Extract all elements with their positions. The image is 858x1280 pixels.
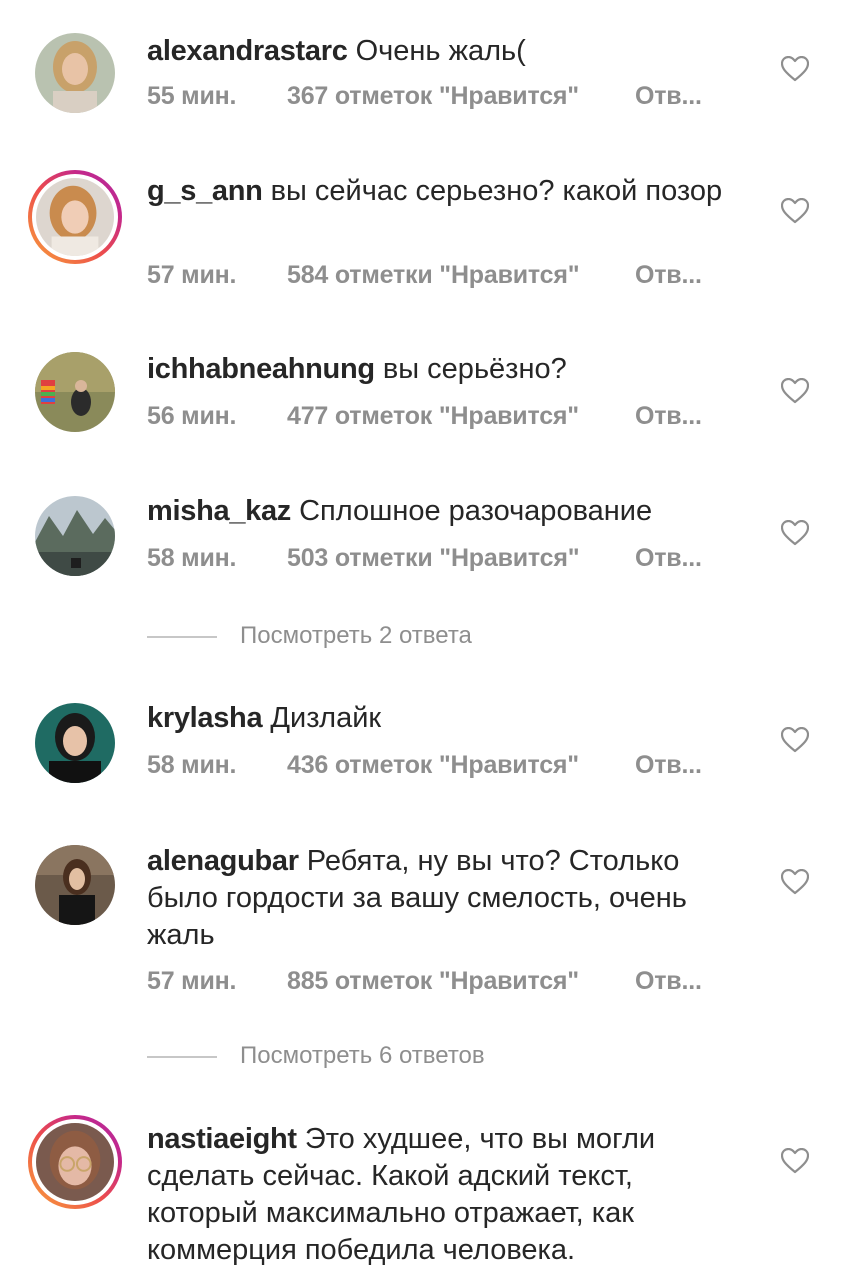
comment-text: nastiaeight Это худшее, что вы могли сде… [147, 1121, 747, 1269]
comment-body: вы серьёзно? [382, 353, 567, 385]
comment-text: ichhabneahnung вы серьёзно? [147, 351, 747, 388]
heart-icon[interactable] [781, 869, 809, 895]
heart-icon[interactable] [781, 520, 809, 546]
heart-icon[interactable] [781, 198, 809, 224]
likes-count[interactable]: 477 отметок "Нравится" [287, 402, 579, 431]
avatar[interactable] [35, 845, 115, 925]
reply-button[interactable]: Отв... [635, 82, 702, 111]
comment-time: 58 мин. [147, 544, 237, 572]
username[interactable]: krylasha [147, 702, 263, 734]
comment-text: krylasha Дизлайк [147, 700, 747, 737]
comment-text: misha_kaz Сплошное разочарование [147, 493, 747, 530]
heart-icon[interactable] [781, 1148, 809, 1174]
heart-icon[interactable] [781, 727, 809, 753]
view-replies-label[interactable]: Посмотреть 2 ответа [240, 622, 472, 650]
comment-time: 57 мин. [147, 261, 237, 289]
comment-time: 57 мин. [147, 967, 237, 995]
avatar[interactable] [35, 496, 115, 576]
replies-divider [147, 1056, 217, 1058]
avatar[interactable] [35, 703, 115, 783]
avatar-photo [35, 703, 115, 783]
comment-body: Очень жаль( [355, 35, 526, 67]
username[interactable]: alexandrastarc [147, 35, 348, 67]
avatar[interactable] [35, 352, 115, 432]
comment-body: Дизлайк [270, 702, 382, 734]
comment-text: g_s_ann вы сейчас серьезно? какой позор [147, 173, 747, 210]
likes-count[interactable]: 436 отметок "Нравится" [287, 751, 579, 780]
reply-button[interactable]: Отв... [635, 261, 702, 290]
reply-button[interactable]: Отв... [635, 751, 702, 780]
avatar-photo [35, 352, 115, 432]
heart-icon[interactable] [781, 378, 809, 404]
likes-count[interactable]: 584 отметки "Нравится" [287, 261, 580, 290]
avatar-photo [36, 1123, 114, 1201]
avatar[interactable] [35, 33, 115, 113]
avatar-photo [35, 845, 115, 925]
reply-button[interactable]: Отв... [635, 402, 702, 431]
username[interactable]: ichhabneahnung [147, 353, 375, 385]
username[interactable]: g_s_ann [147, 175, 263, 207]
avatar[interactable] [28, 170, 122, 264]
avatar-photo [35, 496, 115, 576]
likes-count[interactable]: 885 отметок "Нравится" [287, 967, 579, 996]
heart-icon[interactable] [781, 56, 809, 82]
comment-body: вы сейчас серьезно? какой позор [270, 175, 723, 207]
avatar-photo [35, 33, 115, 113]
comment-text: alexandrastarc Очень жаль( [147, 33, 747, 70]
username[interactable]: misha_kaz [147, 495, 291, 527]
comment-time: 55 мин. [147, 82, 237, 110]
replies-divider [147, 636, 217, 638]
likes-count[interactable]: 503 отметки "Нравится" [287, 544, 580, 573]
avatar-photo [36, 178, 114, 256]
comment-body: Сплошное разочарование [299, 495, 653, 527]
view-replies-label[interactable]: Посмотреть 6 ответов [240, 1042, 485, 1070]
comment-time: 58 мин. [147, 751, 237, 779]
username[interactable]: alenagubar [147, 845, 299, 877]
reply-button[interactable]: Отв... [635, 967, 702, 996]
reply-button[interactable]: Отв... [635, 544, 702, 573]
likes-count[interactable]: 367 отметок "Нравится" [287, 82, 579, 111]
avatar[interactable] [28, 1115, 122, 1209]
comment-time: 56 мин. [147, 402, 237, 430]
comment-text: alenagubar Ребята, ну вы что? Столько бы… [147, 843, 747, 954]
username[interactable]: nastiaeight [147, 1123, 297, 1155]
